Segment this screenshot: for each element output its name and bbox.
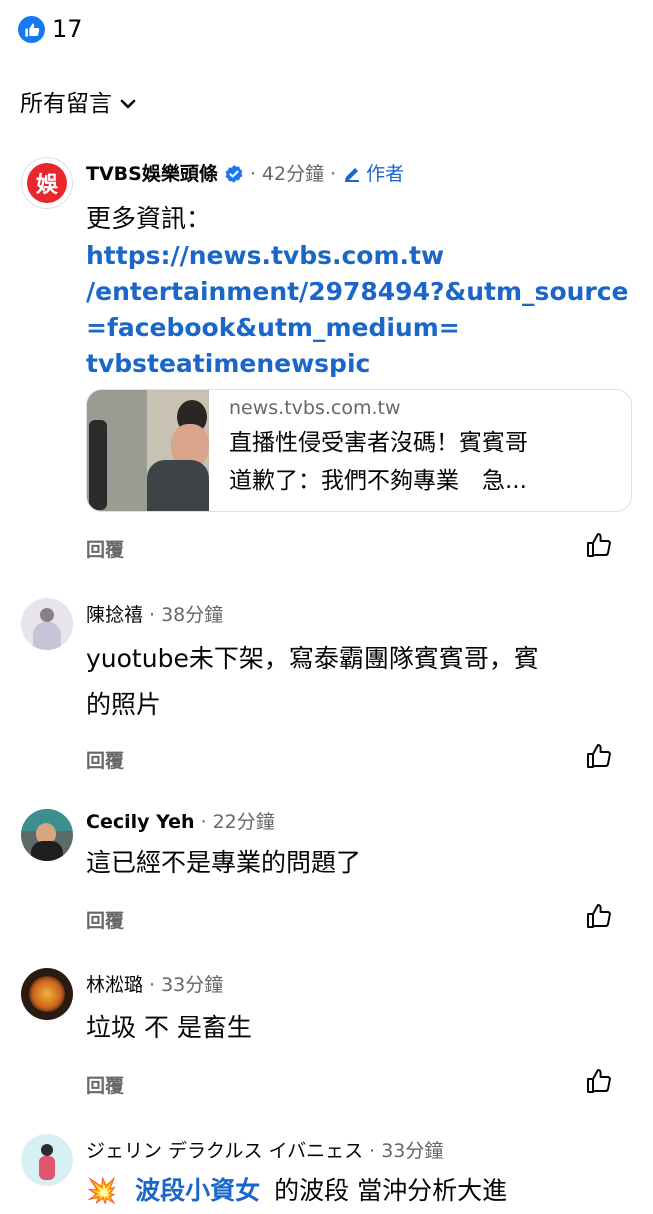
- thumbs-up-icon[interactable]: [585, 902, 613, 930]
- comment-time[interactable]: 38分鐘: [161, 602, 223, 628]
- reply-button[interactable]: 回覆: [86, 535, 124, 562]
- thumbs-up-icon[interactable]: [585, 742, 613, 770]
- reaction-count[interactable]: 17: [52, 14, 83, 44]
- link-preview-body: news.tvbs.com.tw 直播性侵受害者沒碼！賓賓哥 道歉了：我們不夠專…: [209, 390, 540, 511]
- comment-meta: ジェリン デラクルス イバニェス · 33分鐘: [86, 1138, 443, 1164]
- comment-text: 垃圾 不 是畜生: [86, 1013, 252, 1042]
- comment-time[interactable]: 42分鐘: [262, 161, 324, 187]
- link-domain: news.tvbs.com.tw: [229, 397, 401, 419]
- link-line[interactable]: /entertainment/2978494?&utm_source: [86, 274, 629, 310]
- commenter-name[interactable]: 林淞璐: [86, 972, 143, 998]
- separator: ·: [200, 811, 207, 833]
- reply-button[interactable]: 回覆: [86, 746, 124, 773]
- comment-time[interactable]: 33分鐘: [381, 1138, 443, 1164]
- avatar-logo: 娛: [27, 163, 67, 203]
- comment-time[interactable]: 33分鐘: [161, 972, 223, 998]
- verified-badge-icon: [225, 165, 243, 183]
- separator: ·: [249, 163, 256, 185]
- comment-text: 的照片: [86, 690, 162, 719]
- comment-filter-dropdown[interactable]: 所有留言: [20, 88, 138, 120]
- separator: ·: [149, 974, 156, 996]
- comment-text: yuotube未下架，寫泰霸團隊賓賓哥，賓: [86, 644, 539, 673]
- author-label: 作者: [366, 163, 405, 185]
- comment-meta: 陳捻禧 · 38分鐘: [86, 602, 223, 628]
- explosion-emoji: 💥: [86, 1176, 118, 1205]
- link-line[interactable]: =facebook&utm_medium=: [86, 310, 629, 346]
- comment-meta: Cecily Yeh · 22分鐘: [86, 809, 275, 835]
- commenter-name[interactable]: TVBS娛樂頭條: [86, 161, 218, 187]
- comment-meta: TVBS娛樂頭條 · 42分鐘 · 作者: [86, 161, 404, 187]
- comment-text-row: 💥 波段小資女 的波段 當沖分析大進: [86, 1168, 507, 1214]
- avatar-user[interactable]: [21, 1134, 73, 1186]
- thumbs-up-icon[interactable]: [585, 531, 613, 559]
- comment-meta: 林淞璐 · 33分鐘: [86, 972, 223, 998]
- commenter-name[interactable]: Cecily Yeh: [86, 809, 195, 835]
- separator: ·: [330, 163, 337, 185]
- mention-link[interactable]: 波段小資女: [135, 1168, 260, 1214]
- thumbs-up-glyph: [24, 22, 39, 37]
- avatar-user[interactable]: [21, 968, 73, 1020]
- link-preview-card[interactable]: news.tvbs.com.tw 直播性侵受害者沒碼！賓賓哥 道歉了：我們不夠專…: [86, 389, 632, 512]
- comment-text: 的波段 當沖分析大進: [274, 1176, 508, 1205]
- commenter-name[interactable]: 陳捻禧: [86, 602, 143, 628]
- separator: ·: [369, 1140, 376, 1162]
- comment-time[interactable]: 22分鐘: [213, 809, 275, 835]
- reply-button[interactable]: 回覆: [86, 906, 124, 933]
- commenter-name[interactable]: ジェリン デラクルス イバニェス: [86, 1138, 363, 1164]
- filter-label: 所有留言: [20, 91, 112, 117]
- comment-link[interactable]: https://news.tvbs.com.tw /entertainment/…: [86, 238, 629, 382]
- like-reaction-icon[interactable]: [18, 16, 45, 43]
- link-line[interactable]: https://news.tvbs.com.tw: [86, 238, 629, 274]
- avatar-user[interactable]: [21, 598, 73, 650]
- author-pen-icon: [345, 168, 360, 182]
- link-title: 直播性侵受害者沒碼！賓賓哥: [229, 430, 528, 456]
- thumbs-up-icon[interactable]: [585, 1067, 613, 1095]
- separator: ·: [149, 604, 156, 626]
- link-line[interactable]: tvbsteatimenewspic: [86, 346, 629, 382]
- author-badge: 作者: [342, 161, 404, 187]
- link-preview-image: [87, 390, 209, 511]
- reply-button[interactable]: 回覆: [86, 1071, 124, 1098]
- comment-text: 這已經不是專業的問題了: [86, 848, 362, 877]
- comment-text: 更多資訊：: [86, 204, 212, 233]
- avatar-tvbs[interactable]: 娛: [21, 157, 73, 209]
- link-title: 道歉了：我們不夠專業 急...: [229, 468, 527, 494]
- chevron-down-icon: [120, 99, 136, 109]
- avatar-user[interactable]: [21, 809, 73, 861]
